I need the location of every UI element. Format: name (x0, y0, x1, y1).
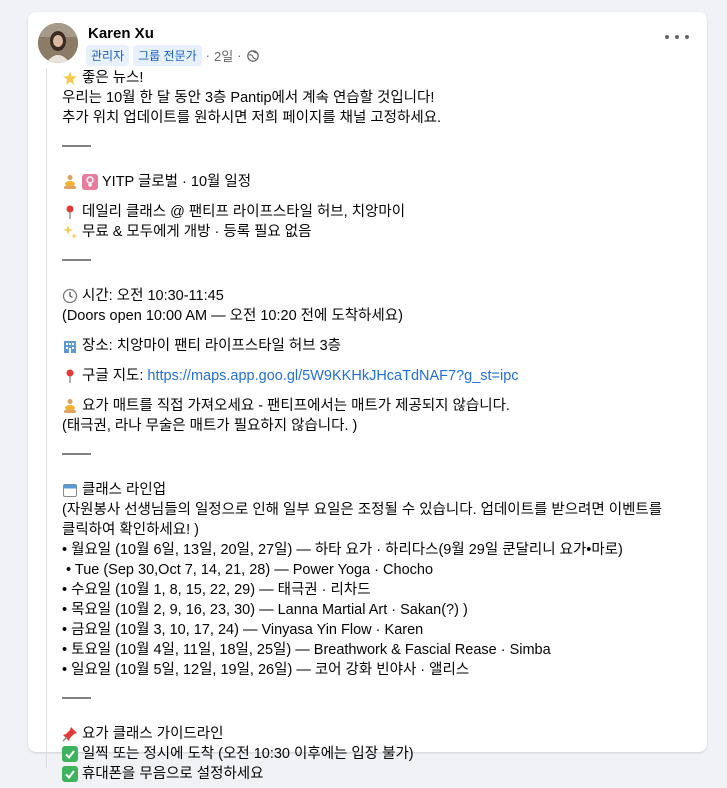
group-expert-badge[interactable]: 그룹 전문가 (133, 45, 202, 66)
post-line: 요가 매트를 직접 가져오세요 - 팬티프에서는 매트가 제공되지 않습니다. (62, 396, 702, 416)
post-line: 좋은 뉴스! (62, 68, 702, 88)
post-line: 장소: 치앙마이 팬티 라이프스타일 허브 3층 (62, 336, 702, 356)
meditation-icon (62, 174, 78, 190)
quote-rail (46, 68, 47, 768)
post-line: 무료 & 모두에게 개방 · 등록 필요 없음 (62, 222, 702, 242)
more-options-icon[interactable] (665, 30, 689, 44)
divider-text: —— (62, 446, 91, 462)
pin-icon (62, 204, 78, 220)
meta-separator: · (205, 48, 211, 63)
post-card: Karen Xu 관리자 그룹 전문가 · 2일 · 좋은 뉴스! 우리는 10… (28, 12, 707, 782)
schedule-item: • 금요일 (10월 3, 10, 17, 24) — Vinyasa Yin … (62, 622, 424, 638)
venus-icon (82, 174, 98, 190)
schedule-item: • Tue (Sep 30,Oct 7, 14, 21, 28) — Power… (62, 562, 434, 578)
divider-text: —— (62, 252, 91, 268)
schedule-item: • 목요일 (10월 2, 9, 16, 23, 30) — Lanna Mar… (62, 602, 468, 618)
post-line: (태극권, 라나 무술은 매트가 필요하지 않습니다. ) (62, 418, 358, 434)
post-body: 좋은 뉴스! 우리는 10월 한 달 동안 3층 Pantip에서 계속 연습할… (62, 68, 702, 784)
post-line: 요가 클래스 가이드라인 (62, 724, 702, 744)
post-line: (Doors open 10:00 AM — 오전 10:20 전에 도착하세요… (62, 308, 403, 324)
post-line: 클래스 라인업 (62, 480, 702, 500)
schedule-item: • 월요일 (10월 6일, 13일, 20일, 27일) — 하타 요가 · … (62, 542, 623, 558)
post-line: 데일리 클래스 @ 팬티프 라이프스타일 허브, 치앙마이 (62, 202, 702, 222)
clock-icon (62, 288, 78, 304)
schedule-item: • 토요일 (10월 4일, 11일, 18일, 25일) — Breathwo… (62, 642, 551, 658)
pin-icon (62, 368, 78, 384)
post-line: YITP 글로벌 · 10월 일정 (62, 172, 702, 192)
post-line: 우리는 10월 한 달 동안 3층 Pantip에서 계속 연습할 것입니다! (62, 90, 435, 106)
admin-badge[interactable]: 관리자 (86, 45, 130, 66)
divider-text: —— (62, 138, 91, 154)
schedule-item: • 일요일 (10월 5일, 12일, 19일, 26일) — 코어 강화 빈야… (62, 662, 470, 678)
post-line: 휴대폰을 무음으로 설정하세요 (62, 764, 702, 784)
author-name[interactable]: Karen Xu (88, 25, 154, 42)
post-line: (자원봉사 선생님들의 일정으로 인해 일부 요일은 조정될 수 있습니다. 업… (62, 502, 663, 518)
globe-icon[interactable] (246, 49, 259, 62)
divider-text: —— (62, 690, 91, 706)
meditation-icon (62, 398, 78, 414)
post-line: 시간: 오전 10:30-11:45 (62, 286, 702, 306)
post-line: 구글 지도: https://maps.app.goo.gl/5W9KKHkJH… (62, 366, 702, 386)
schedule-item: • 수요일 (10월 1, 8, 15, 22, 29) — 태극권 · 리차드 (62, 582, 371, 598)
sparkles-icon (62, 224, 78, 240)
post-line: 일찍 또는 정시에 도착 (오전 10:30 이후에는 입장 불가) (62, 744, 702, 764)
calendar-icon (62, 482, 78, 498)
post-meta: 관리자 그룹 전문가 · 2일 · (86, 45, 259, 66)
star-glow-icon (62, 70, 78, 86)
check-icon (62, 766, 78, 782)
post-line: 클릭하여 확인하세요! ) (62, 522, 199, 538)
pushpin-icon (62, 726, 78, 742)
meta-separator: · (237, 48, 242, 63)
map-link[interactable]: https://maps.app.goo.gl/5W9KKHkJHcaTdNAF… (147, 366, 518, 386)
building-icon (62, 338, 78, 354)
check-icon (62, 746, 78, 762)
post-line: 추가 위치 업데이트를 원하시면 저희 페이지를 채널 고정하세요. (62, 110, 442, 126)
author-avatar[interactable] (38, 23, 78, 63)
post-time[interactable]: 2일 (214, 46, 233, 65)
